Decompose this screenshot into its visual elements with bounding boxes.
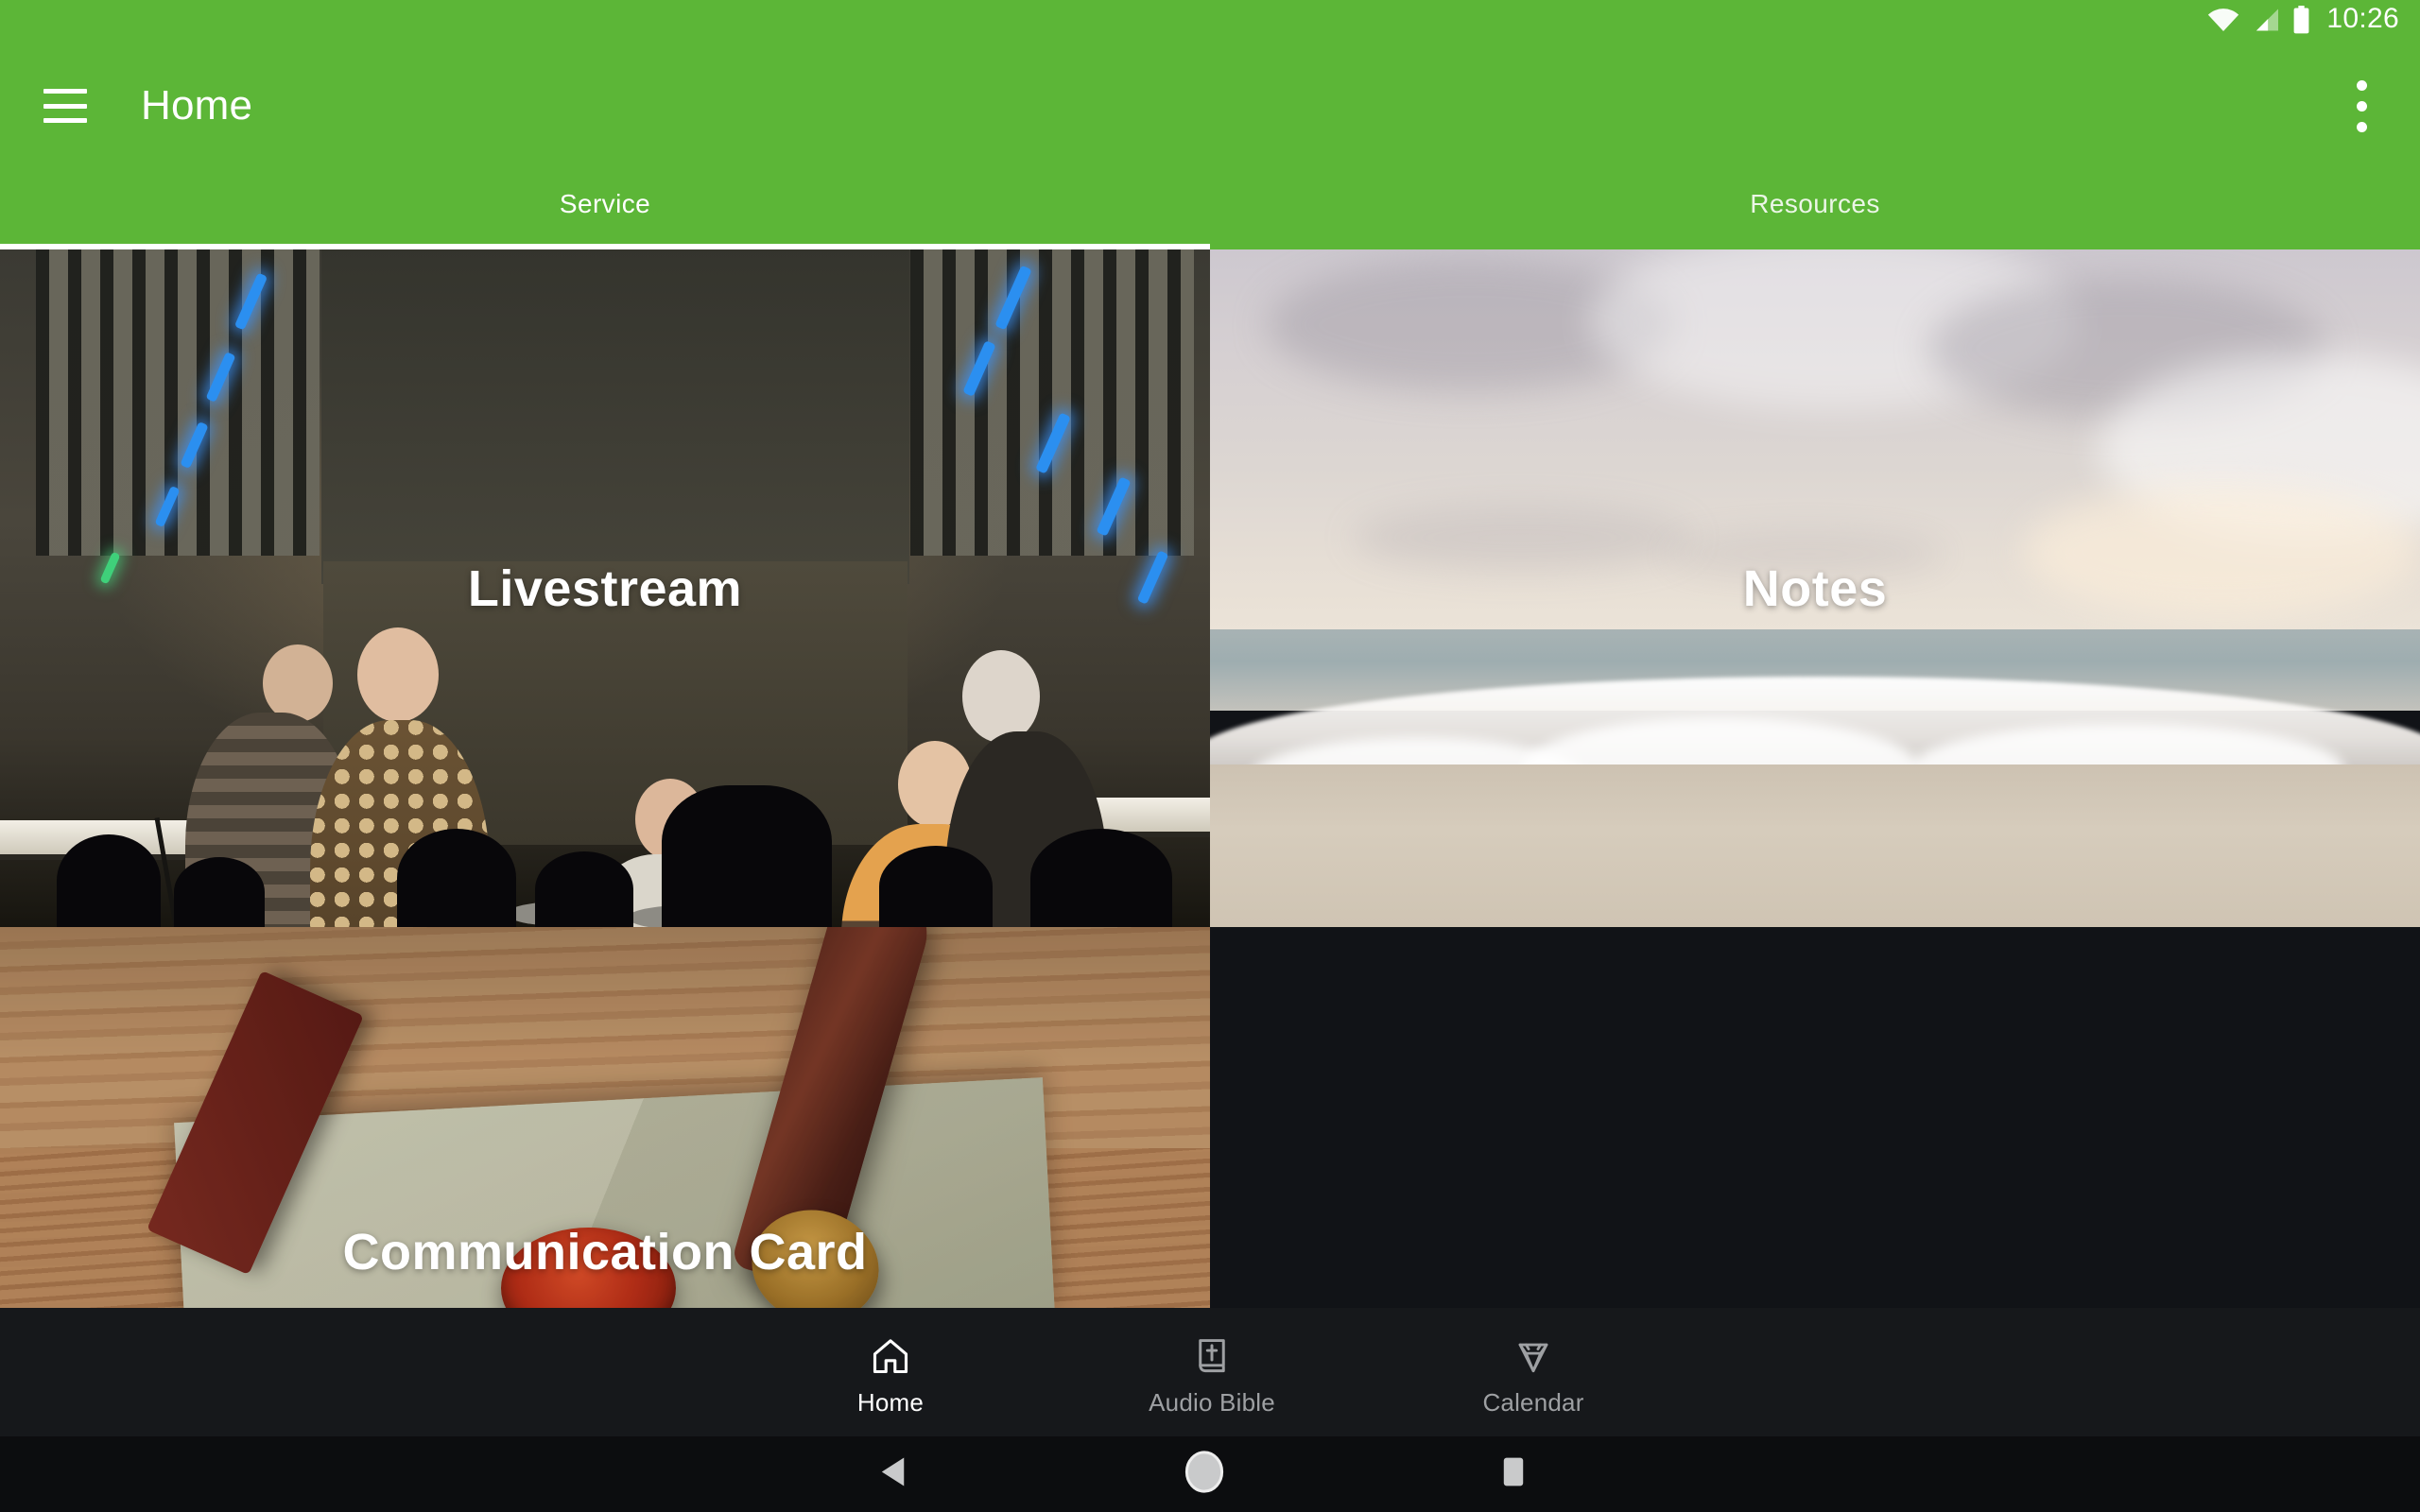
wifi-icon bbox=[2207, 8, 2239, 32]
more-vertical-icon[interactable] bbox=[2342, 68, 2380, 144]
bottom-nav-label-calendar: Calendar bbox=[1482, 1387, 1584, 1417]
tab-bar: Service Resources bbox=[0, 172, 2420, 249]
card-livestream[interactable]: Livestream bbox=[0, 249, 1210, 927]
card-notes-label: Notes bbox=[1742, 559, 1888, 617]
card-communication-card[interactable]: Communication Card bbox=[0, 927, 1210, 1308]
bottom-nav-item-audio-bible[interactable]: Audio Bible bbox=[1051, 1328, 1373, 1418]
status-bar-clock: 10:26 bbox=[2326, 3, 2399, 34]
page-title: Home bbox=[141, 82, 253, 129]
circle-home-icon[interactable] bbox=[1184, 1450, 1225, 1500]
card-grid: Livestream Notes Communication Card bbox=[0, 249, 2420, 1308]
bottom-nav-label-home: Home bbox=[856, 1387, 925, 1417]
system-navigation-bar bbox=[0, 1436, 2420, 1512]
triangle-back-icon[interactable] bbox=[879, 1456, 908, 1493]
app-root: 10:26 Home Service Resources Livestream … bbox=[0, 0, 2420, 1512]
tab-service[interactable]: Service bbox=[0, 172, 1210, 249]
tab-resources-label: Resources bbox=[1750, 189, 1880, 218]
cellular-signal-icon bbox=[2252, 8, 2280, 32]
status-bar: 10:26 bbox=[0, 0, 2420, 40]
home-icon bbox=[869, 1328, 912, 1377]
square-recents-icon[interactable] bbox=[1501, 1456, 1526, 1493]
diamond-icon bbox=[1512, 1328, 1554, 1377]
bible-icon bbox=[1192, 1328, 1232, 1377]
bottom-nav-item-calendar[interactable]: Calendar bbox=[1373, 1328, 1694, 1418]
card-notes[interactable]: Notes bbox=[1210, 249, 2420, 927]
bottom-nav-label-audio-bible: Audio Bible bbox=[1149, 1387, 1275, 1417]
bottom-nav-item-home[interactable]: Home bbox=[730, 1328, 1051, 1418]
battery-icon bbox=[2292, 6, 2310, 34]
tab-resources[interactable]: Resources bbox=[1210, 172, 2420, 249]
bottom-navigation-bar: Home Audio Bible Calendar bbox=[0, 1308, 2420, 1436]
card-communication-card-label: Communication Card bbox=[342, 1224, 868, 1280]
card-livestream-label: Livestream bbox=[467, 559, 743, 617]
tab-service-label: Service bbox=[559, 189, 651, 218]
hamburger-menu-icon[interactable] bbox=[43, 89, 87, 123]
app-bar: Home bbox=[0, 40, 2420, 172]
